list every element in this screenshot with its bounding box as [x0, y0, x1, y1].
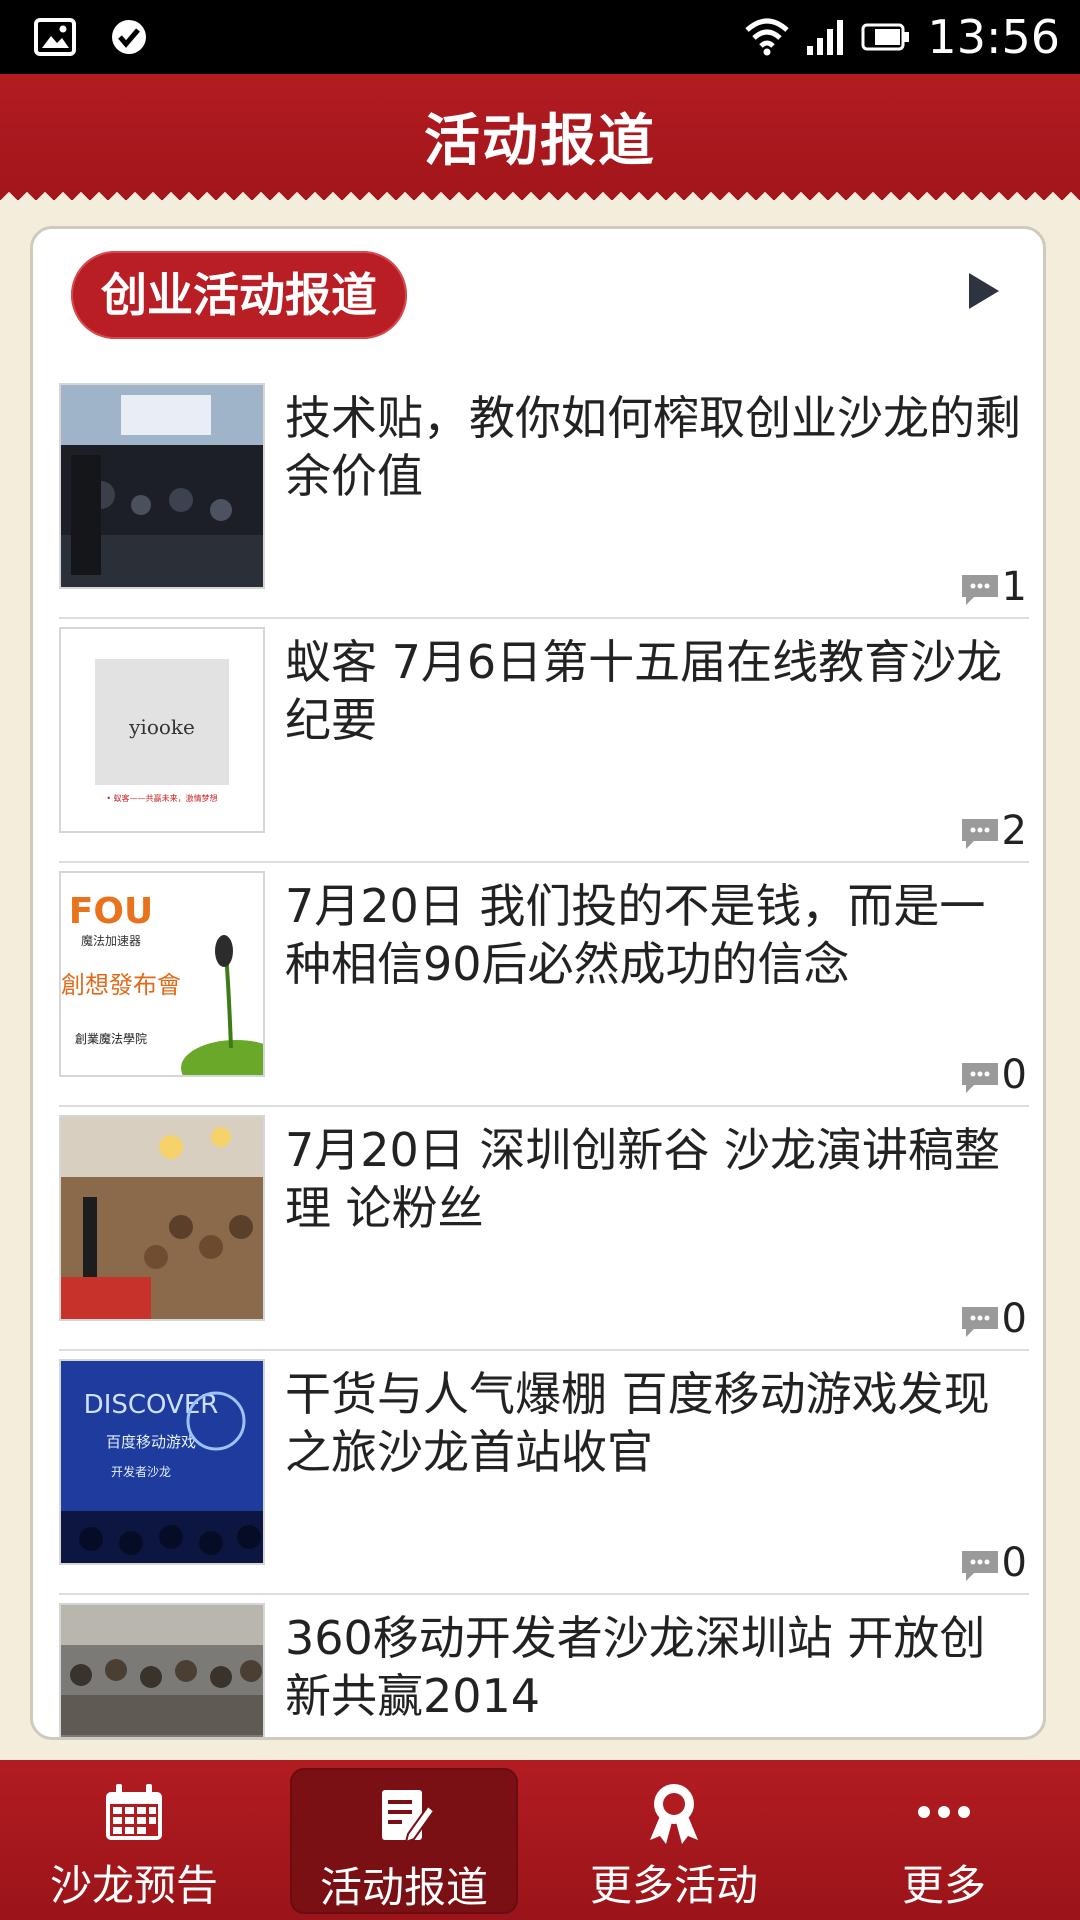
bottom-tab-bar: 沙龙预告 活动报道 更多活动 更多: [0, 1760, 1080, 1920]
list-item[interactable]: FOU 魔法加速器 創想發布會 創業魔法學院 7月20日 我们投的不是钱，而是一…: [59, 863, 1029, 1107]
discover-sub2: 开发者沙龙: [111, 1464, 171, 1479]
play-arrow-icon[interactable]: [969, 273, 999, 309]
comment-count: 0: [960, 1543, 1027, 1583]
list-item[interactable]: 360移动开发者沙龙深圳站 开放创新共赢2014: [59, 1595, 1029, 1737]
article-title: 干货与人气爆棚 百度移动游戏发现之旅沙龙首站收官: [285, 1367, 990, 1479]
tab-more-activities[interactable]: 更多活动: [560, 1768, 788, 1914]
news-card: 创业活动报道 技术贴，教你如何榨取创业沙龙的剩余价值 1 yiooke • 蚁客…: [30, 226, 1046, 1740]
more-dots-icon: [918, 1806, 970, 1818]
tab-salon-preview[interactable]: 沙龙预告: [20, 1768, 248, 1914]
launch-event-poster: FOU 魔法加速器 創想發布會 創業魔法學院: [59, 871, 265, 1077]
comment-count: 0: [960, 1055, 1027, 1095]
section-badge[interactable]: 创业活动报道: [71, 251, 407, 339]
check-circle-icon: [112, 20, 146, 54]
tab-label: 更多活动: [589, 1861, 758, 1910]
tab-activity-reports[interactable]: 活动报道: [290, 1768, 518, 1914]
battery-icon: [861, 23, 910, 51]
conference-hall-photo: [59, 383, 265, 589]
article-title: 7月20日 我们投的不是钱，而是一种相信90后必然成功的信念: [285, 879, 986, 991]
yiooke-caption: • 蚁客——共赢未来，激情梦想: [106, 793, 217, 803]
list-item[interactable]: DISCOVER 百度移动游戏 开发者沙龙 干货与人气爆棚 百度移动游戏发现之旅…: [59, 1351, 1029, 1595]
discover-stage-photo: DISCOVER 百度移动游戏 开发者沙龙: [59, 1359, 265, 1565]
fou-sub: 魔法加速器: [81, 933, 141, 948]
comment-count: 2: [960, 811, 1027, 851]
yiooke-logo-slide: yiooke • 蚁客——共赢未来，激情梦想: [59, 627, 265, 833]
list-item[interactable]: yiooke • 蚁客——共赢未来，激情梦想 蚁客 7月6日第十五届在线教育沙龙…: [59, 619, 1029, 863]
tab-more[interactable]: 更多: [830, 1768, 1058, 1914]
crowd-photo: [59, 1603, 265, 1737]
article-title: 7月20日 深圳创新谷 沙龙演讲稿整理 论粉丝: [285, 1123, 1001, 1235]
wifi-icon: [745, 18, 790, 56]
list-item[interactable]: 技术贴，教你如何榨取创业沙龙的剩余价值 1: [59, 375, 1029, 619]
article-title: 360移动开发者沙龙深圳站 开放创新共赢2014: [285, 1611, 986, 1723]
clock: 13:56: [927, 10, 1060, 64]
comment-icon: [961, 575, 998, 605]
edit-note-icon: [382, 1790, 436, 1844]
fou-logo: FOU: [69, 891, 153, 932]
comment-icon: [961, 819, 998, 849]
fou-school: 創業魔法學院: [75, 1031, 147, 1046]
comment-icon: [961, 1307, 998, 1337]
status-bar: 13:56: [0, 0, 1080, 74]
salon-audience-photo: [59, 1115, 265, 1321]
image-icon: [34, 18, 76, 56]
discover-sub: 百度移动游戏: [106, 1433, 196, 1451]
tab-label: 活动报道: [319, 1863, 488, 1912]
article-title: 技术贴，教你如何榨取创业沙龙的剩余价值: [285, 391, 1021, 503]
tab-label: 更多: [901, 1861, 986, 1910]
zigzag-edge: [0, 184, 1080, 200]
discover-text: DISCOVER: [84, 1390, 219, 1420]
article-list: 技术贴，教你如何榨取创业沙龙的剩余价值 1 yiooke • 蚁客——共赢未来，…: [59, 375, 1029, 1737]
title-bar: 活动报道: [0, 74, 1080, 200]
calendar-icon: [106, 1784, 162, 1840]
list-item[interactable]: 7月20日 深圳创新谷 沙龙演讲稿整理 论粉丝 0: [59, 1107, 1029, 1351]
fou-main: 創想發布會: [61, 971, 181, 999]
award-ribbon-icon: [650, 1784, 698, 1844]
article-title: 蚁客 7月6日第十五届在线教育沙龙纪要: [285, 635, 1003, 747]
page-title: 活动报道: [424, 109, 656, 174]
comment-icon: [961, 1551, 998, 1581]
signal-icon: [807, 20, 844, 55]
comment-count: 1: [960, 567, 1027, 607]
comment-count: 0: [960, 1299, 1027, 1339]
tab-label: 沙龙预告: [49, 1861, 218, 1910]
yiooke-logo-text: yiooke: [128, 715, 195, 739]
comment-icon: [961, 1063, 998, 1093]
